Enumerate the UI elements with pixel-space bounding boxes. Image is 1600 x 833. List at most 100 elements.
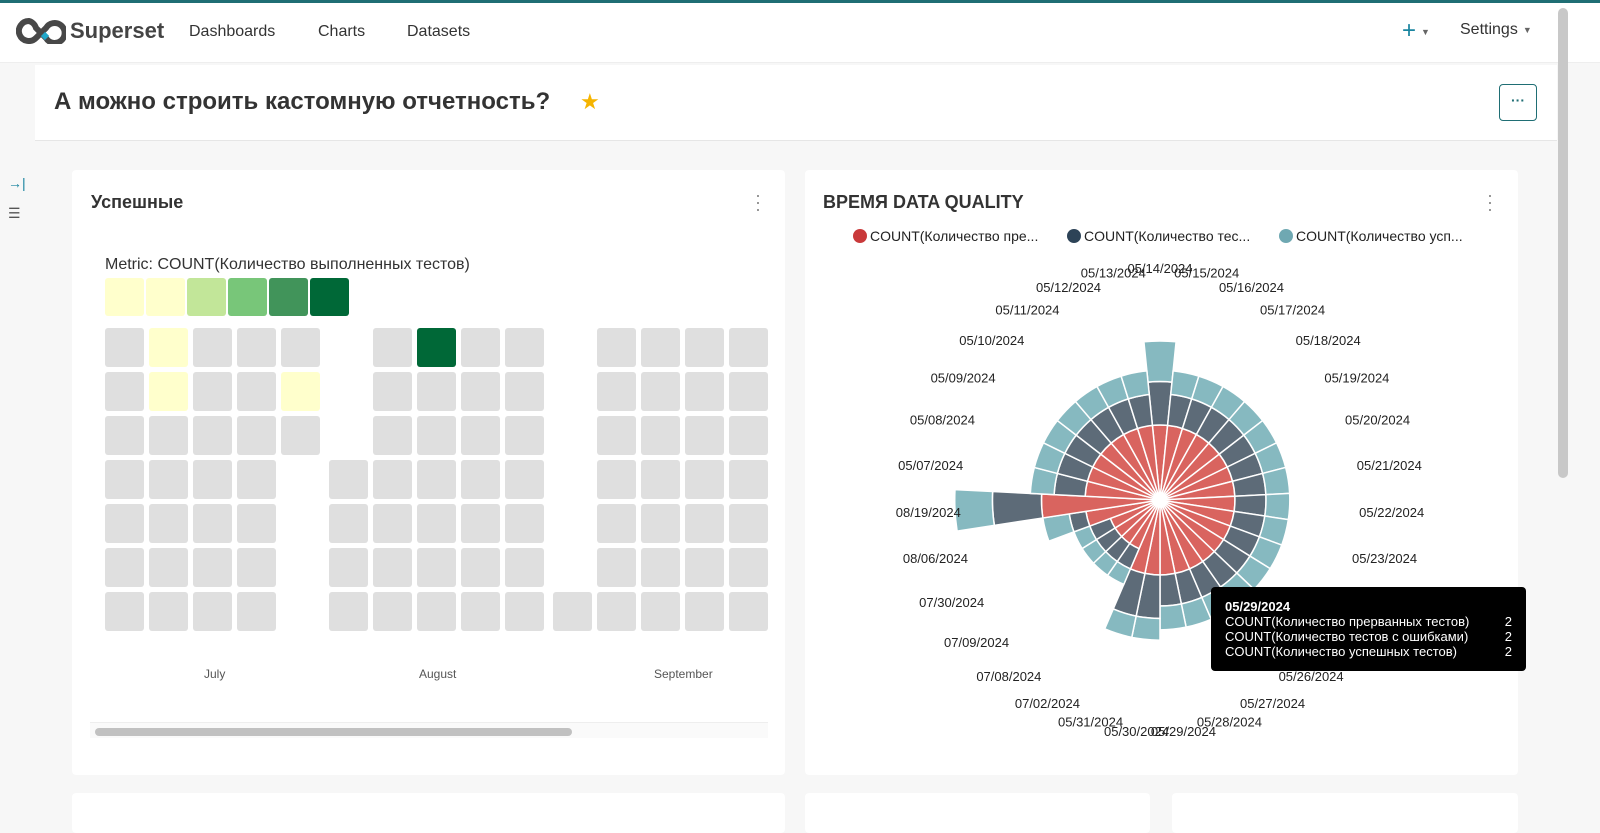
heatmap-day-cell[interactable] — [729, 372, 768, 411]
heatmap-day-cell[interactable] — [505, 592, 544, 631]
heatmap-day-cell[interactable] — [417, 460, 456, 499]
heatmap-day-cell[interactable] — [281, 416, 320, 455]
heatmap-day-cell[interactable] — [685, 328, 724, 367]
heatmap-day-cell[interactable] — [149, 548, 188, 587]
heatmap-day-cell[interactable] — [505, 460, 544, 499]
heatmap-day-cell[interactable] — [597, 416, 636, 455]
heatmap-day-cell[interactable] — [329, 504, 368, 543]
heatmap-day-cell[interactable] — [193, 548, 232, 587]
heatmap-day-cell[interactable] — [373, 548, 412, 587]
heatmap-day-cell[interactable] — [373, 372, 412, 411]
heatmap-day-cell[interactable] — [373, 460, 412, 499]
heatmap-day-cell[interactable] — [505, 548, 544, 587]
heatmap-day-cell[interactable] — [193, 416, 232, 455]
legend-item[interactable]: COUNT(Количество тес... — [1067, 228, 1250, 244]
heatmap-day-cell[interactable] — [461, 592, 500, 631]
heatmap-day-cell[interactable] — [329, 592, 368, 631]
scrollbar-thumb[interactable] — [95, 728, 572, 736]
heatmap-day-cell[interactable] — [373, 328, 412, 367]
heatmap-day-cell[interactable] — [597, 460, 636, 499]
heatmap-day-cell[interactable] — [461, 416, 500, 455]
heatmap-day-cell[interactable] — [105, 548, 144, 587]
heatmap-day-cell[interactable] — [685, 372, 724, 411]
heatmap-day-cell[interactable] — [597, 504, 636, 543]
heatmap-day-cell[interactable] — [417, 416, 456, 455]
heatmap-day-cell[interactable] — [729, 592, 768, 631]
heatmap-day-cell[interactable] — [505, 416, 544, 455]
heatmap-day-cell[interactable] — [461, 328, 500, 367]
heatmap-day-cell[interactable] — [685, 592, 724, 631]
heatmap-day-cell[interactable] — [237, 460, 276, 499]
heatmap-day-cell[interactable] — [505, 504, 544, 543]
heatmap-day-cell[interactable] — [597, 592, 636, 631]
heatmap-day-cell[interactable] — [193, 460, 232, 499]
favorite-star-icon[interactable]: ★ — [580, 89, 600, 115]
heatmap-day-cell[interactable] — [685, 460, 724, 499]
heatmap-day-cell[interactable] — [597, 548, 636, 587]
heatmap-day-cell[interactable] — [417, 548, 456, 587]
heatmap-day-cell[interactable] — [149, 416, 188, 455]
heatmap-day-cell[interactable] — [105, 328, 144, 367]
heatmap-day-cell[interactable] — [105, 592, 144, 631]
heatmap-day-cell[interactable] — [641, 460, 680, 499]
heatmap-day-cell[interactable] — [105, 460, 144, 499]
heatmap-day-cell[interactable] — [417, 592, 456, 631]
heatmap-day-cell[interactable] — [193, 328, 232, 367]
heatmap-day-cell[interactable] — [417, 372, 456, 411]
heatmap-day-cell[interactable] — [237, 592, 276, 631]
page-scrollbar[interactable] — [1558, 8, 1568, 478]
add-new-button[interactable]: + ▼ — [1402, 17, 1430, 45]
superset-logo[interactable]: Superset — [16, 18, 164, 44]
heatmap-day-cell[interactable] — [281, 328, 320, 367]
heatmap-day-cell[interactable] — [641, 548, 680, 587]
heatmap-day-cell[interactable] — [149, 460, 188, 499]
heatmap-day-cell[interactable] — [553, 592, 592, 631]
heatmap-day-cell[interactable] — [461, 372, 500, 411]
nav-charts[interactable]: Charts — [318, 23, 365, 41]
heatmap-day-cell[interactable] — [597, 328, 636, 367]
card-menu-kebab-icon[interactable]: · · · — [1487, 186, 1493, 218]
heatmap-day-cell[interactable] — [729, 548, 768, 587]
heatmap-day-cell[interactable] — [329, 460, 368, 499]
heatmap-day-cell[interactable] — [417, 328, 456, 367]
heatmap-day-cell[interactable] — [237, 416, 276, 455]
heatmap-day-cell[interactable] — [281, 372, 320, 411]
nav-dashboards[interactable]: Dashboards — [189, 23, 275, 41]
heatmap-day-cell[interactable] — [237, 372, 276, 411]
heatmap-day-cell[interactable] — [685, 416, 724, 455]
settings-menu[interactable]: Settings ▼ — [1460, 21, 1532, 39]
card-menu-kebab-icon[interactable]: · · · — [755, 186, 761, 218]
heatmap-day-cell[interactable] — [505, 328, 544, 367]
heatmap-day-cell[interactable] — [641, 504, 680, 543]
more-options-button[interactable]: ··· — [1499, 84, 1537, 121]
heatmap-day-cell[interactable] — [597, 372, 636, 411]
heatmap-day-cell[interactable] — [105, 372, 144, 411]
heatmap-day-cell[interactable] — [193, 592, 232, 631]
heatmap-day-cell[interactable] — [149, 328, 188, 367]
heatmap-day-cell[interactable] — [193, 372, 232, 411]
heatmap-day-cell[interactable] — [685, 548, 724, 587]
heatmap-day-cell[interactable] — [193, 504, 232, 543]
heatmap-day-cell[interactable] — [237, 328, 276, 367]
heatmap-day-cell[interactable] — [105, 504, 144, 543]
legend-item[interactable]: COUNT(Количество усп... — [1279, 228, 1463, 244]
heatmap-day-cell[interactable] — [237, 504, 276, 543]
heatmap-day-cell[interactable] — [373, 504, 412, 543]
heatmap-day-cell[interactable] — [149, 592, 188, 631]
heatmap-day-cell[interactable] — [641, 592, 680, 631]
filter-icon[interactable]: ☰ — [8, 205, 21, 222]
expand-filters-icon[interactable]: →| — [8, 175, 26, 191]
heatmap-day-cell[interactable] — [373, 592, 412, 631]
legend-item[interactable]: COUNT(Количество пре... — [853, 228, 1038, 244]
heatmap-day-cell[interactable] — [461, 548, 500, 587]
heatmap-day-cell[interactable] — [461, 504, 500, 543]
heatmap-day-cell[interactable] — [685, 504, 724, 543]
heatmap-day-cell[interactable] — [641, 416, 680, 455]
heatmap-day-cell[interactable] — [729, 416, 768, 455]
heatmap-day-cell[interactable] — [641, 372, 680, 411]
heatmap-day-cell[interactable] — [149, 504, 188, 543]
heatmap-day-cell[interactable] — [461, 460, 500, 499]
heatmap-day-cell[interactable] — [505, 372, 544, 411]
heatmap-day-cell[interactable] — [729, 504, 768, 543]
heatmap-day-cell[interactable] — [149, 372, 188, 411]
